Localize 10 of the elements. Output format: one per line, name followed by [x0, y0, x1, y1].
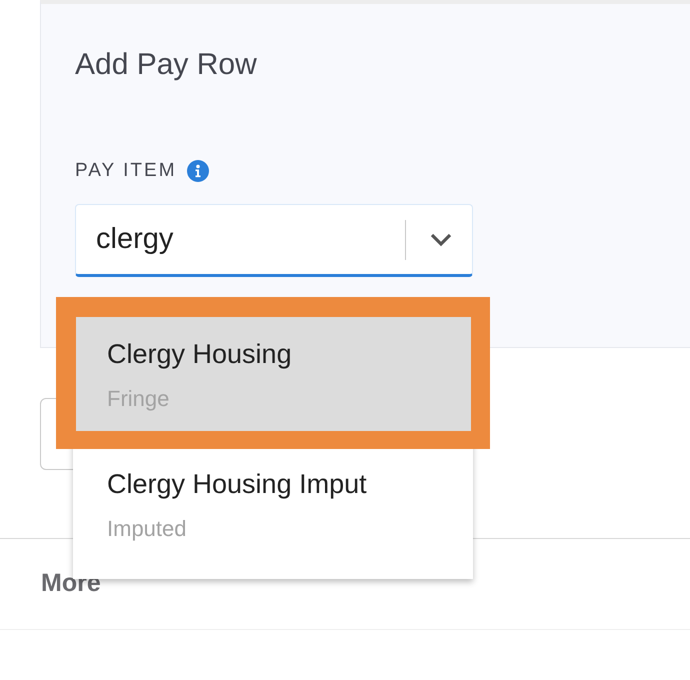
option-category: Imputed: [107, 516, 188, 542]
dropdown-option[interactable]: Clergy Housing Fringe: [76, 317, 471, 431]
info-icon[interactable]: [186, 160, 209, 182]
dialog-title: Add Pay Row: [75, 48, 258, 82]
field-label: PAY ITEM: [75, 160, 177, 182]
pay-item-select[interactable]: clergy: [75, 204, 473, 277]
chevron-down-icon[interactable]: [430, 232, 452, 246]
option-category: Fringe: [107, 386, 170, 412]
option-name: Clergy Housing: [107, 339, 293, 370]
option-name: Clergy Housing Imput: [107, 469, 368, 500]
